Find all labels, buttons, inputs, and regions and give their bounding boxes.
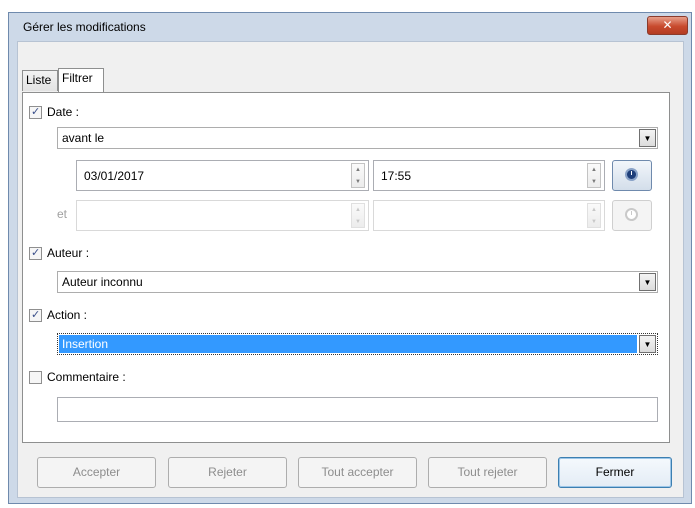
tab-filtrer-label: Filtrer — [62, 71, 93, 85]
second-date-field: ▲ ▼ — [76, 200, 369, 231]
chevron-down-icon[interactable]: ▼ — [639, 129, 656, 147]
close-icon[interactable]: ✕ — [647, 16, 688, 35]
close-button[interactable]: Fermer — [558, 457, 672, 488]
second-date-spinner: ▲ ▼ — [351, 203, 365, 228]
action-checkbox[interactable]: ✓ — [29, 309, 42, 322]
second-time-button — [612, 200, 652, 231]
second-time-field: ▲ ▼ — [373, 200, 605, 231]
spin-up-icon[interactable]: ▲ — [352, 164, 364, 176]
and-label: et — [57, 207, 68, 221]
comment-checkbox[interactable] — [29, 371, 42, 384]
action-label: Action : — [47, 308, 88, 322]
first-date-field[interactable]: 03/01/2017 ▲ ▼ — [76, 160, 369, 191]
second-time-spinner: ▲ ▼ — [587, 203, 601, 228]
dialog-title: Gérer les modifications — [23, 20, 146, 34]
filter-panel: ✓ Date : avant le ▼ 03/01/2017 ▲ ▼ 17:55… — [22, 92, 670, 443]
chevron-down-icon[interactable]: ▼ — [639, 273, 656, 291]
title-bar: Gérer les modifications ✕ — [9, 13, 691, 40]
check-icon: ✓ — [31, 309, 41, 321]
clock-icon — [625, 168, 638, 181]
spin-up-icon: ▲ — [591, 207, 597, 213]
accept-button[interactable]: Accepter — [37, 457, 156, 488]
action-value: Insertion — [62, 337, 109, 351]
comment-field[interactable] — [57, 397, 658, 422]
first-time-spinner[interactable]: ▲ ▼ — [587, 163, 601, 188]
first-date-spinner[interactable]: ▲ ▼ — [351, 163, 365, 188]
spin-up-icon: ▲ — [355, 207, 361, 213]
date-condition-select[interactable]: avant le ▼ — [57, 127, 658, 149]
action-select[interactable]: Insertion ▼ — [57, 333, 658, 355]
author-value: Auteur inconnu — [62, 275, 143, 289]
reject-all-button[interactable]: Tout rejeter — [428, 457, 547, 488]
comment-label: Commentaire : — [47, 370, 126, 384]
clock-icon — [625, 208, 638, 221]
spin-down-icon[interactable]: ▼ — [352, 176, 364, 188]
spin-down-icon: ▼ — [355, 219, 361, 225]
tab-liste-label: Liste — [26, 73, 52, 87]
author-select[interactable]: Auteur inconnu ▼ — [57, 271, 658, 293]
tab-filtrer[interactable]: Filtrer — [58, 68, 104, 92]
spin-down-icon[interactable]: ▼ — [588, 176, 600, 188]
author-checkbox[interactable]: ✓ — [29, 247, 42, 260]
first-date-value: 03/01/2017 — [84, 169, 145, 183]
selection-highlight — [59, 335, 637, 353]
check-icon: ✓ — [31, 247, 41, 259]
current-time-button[interactable] — [612, 160, 652, 191]
reject-button[interactable]: Rejeter — [168, 457, 287, 488]
check-icon: ✓ — [31, 106, 41, 118]
date-label: Date : — [47, 105, 80, 119]
spin-up-icon[interactable]: ▲ — [588, 164, 600, 176]
dialog-client-area: Liste Filtrer ✓ Date : avant le ▼ 03/01/… — [17, 41, 684, 498]
accept-all-button[interactable]: Tout accepter — [298, 457, 417, 488]
spin-down-icon: ▼ — [591, 219, 597, 225]
first-time-value: 17:55 — [381, 169, 412, 183]
tab-liste[interactable]: Liste — [22, 70, 58, 91]
author-label: Auteur : — [47, 246, 90, 260]
date-condition-value: avant le — [62, 131, 105, 145]
first-time-field[interactable]: 17:55 ▲ ▼ — [373, 160, 605, 191]
dialog-window: Gérer les modifications ✕ Liste Filtrer … — [8, 12, 692, 504]
date-checkbox[interactable]: ✓ — [29, 106, 42, 119]
chevron-down-icon[interactable]: ▼ — [639, 335, 656, 353]
